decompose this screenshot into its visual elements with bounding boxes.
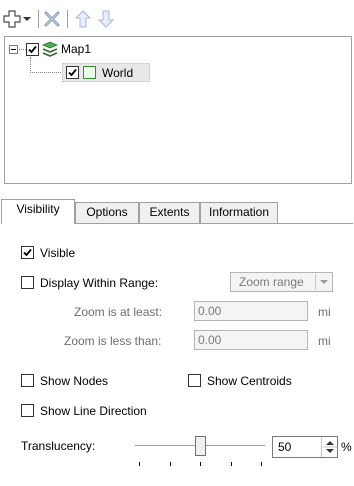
zoom-less-than-field[interactable]: 0.00 bbox=[194, 330, 308, 350]
slider-tick bbox=[139, 462, 140, 466]
property-tabs: Visibility Options Extents Information bbox=[0, 196, 354, 224]
range-type-value: Zoom range bbox=[239, 275, 304, 289]
toolbar-separator bbox=[67, 10, 68, 28]
checkmark-icon bbox=[68, 68, 77, 77]
show-line-direction-label: Show Line Direction bbox=[40, 404, 147, 418]
remove-icon bbox=[44, 11, 60, 27]
layer-label[interactable]: World bbox=[102, 65, 133, 81]
tab-information[interactable]: Information bbox=[200, 202, 278, 223]
spinner-buttons[interactable] bbox=[321, 437, 337, 457]
zoom-less-than-value: 0.00 bbox=[198, 333, 222, 347]
visible-label: Visible bbox=[40, 246, 76, 260]
dropdown-arrow-icon bbox=[23, 17, 31, 21]
show-nodes-checkbox[interactable] bbox=[21, 374, 34, 387]
zoom-less-than-label: Zoom is less than: bbox=[64, 334, 162, 348]
add-layer-dropdown-button[interactable] bbox=[21, 9, 33, 29]
tab-visibility[interactable]: Visibility bbox=[1, 199, 75, 224]
translucency-label: Translucency: bbox=[21, 439, 96, 453]
add-layer-icon bbox=[3, 10, 21, 28]
checkmark-icon bbox=[23, 248, 32, 257]
show-centroids-checkbox[interactable] bbox=[188, 374, 201, 387]
translucency-value: 50 bbox=[278, 440, 292, 454]
display-within-range-label: Display Within Range: bbox=[40, 276, 159, 290]
slider-tick bbox=[231, 462, 232, 466]
translucency-slider-thumb[interactable] bbox=[195, 436, 206, 456]
toolbar bbox=[0, 0, 354, 34]
tree-connector bbox=[30, 72, 63, 73]
range-type-dropdown[interactable]: Zoom range bbox=[230, 272, 333, 292]
zoom-at-least-field[interactable]: 0.00 bbox=[194, 301, 308, 321]
slider-tick bbox=[170, 462, 171, 466]
map-layers-icon bbox=[42, 41, 58, 57]
zoom-at-least-value: 0.00 bbox=[198, 304, 222, 318]
toolbar-separator bbox=[38, 10, 39, 28]
spin-up-down-icon bbox=[323, 441, 337, 453]
collapse-icon[interactable] bbox=[9, 45, 18, 54]
show-line-direction-checkbox[interactable] bbox=[21, 404, 34, 417]
map-label[interactable]: Map1 bbox=[61, 41, 91, 57]
visible-checkbox[interactable] bbox=[21, 246, 34, 259]
dropdown-arrow-icon bbox=[315, 274, 331, 290]
layer-visibility-checkbox[interactable] bbox=[66, 66, 79, 79]
layer-swatch bbox=[83, 66, 96, 79]
slider-tick bbox=[200, 462, 201, 466]
move-down-button[interactable] bbox=[96, 9, 116, 29]
translucency-unit: % bbox=[341, 440, 352, 454]
move-down-icon bbox=[97, 10, 115, 28]
move-up-icon bbox=[74, 10, 92, 28]
checkmark-icon bbox=[28, 45, 37, 54]
show-centroids-label: Show Centroids bbox=[207, 374, 292, 388]
display-within-range-checkbox[interactable] bbox=[21, 276, 34, 289]
zoom-less-than-unit: mi bbox=[318, 334, 331, 348]
translucency-spinner[interactable]: 50 bbox=[272, 436, 338, 458]
layer-tree[interactable]: Map1 World bbox=[4, 36, 352, 184]
tab-extents[interactable]: Extents bbox=[139, 202, 200, 223]
zoom-at-least-label: Zoom is at least: bbox=[74, 305, 163, 319]
zoom-at-least-unit: mi bbox=[318, 305, 331, 319]
add-layer-button[interactable] bbox=[2, 9, 22, 29]
tree-connector bbox=[19, 49, 26, 50]
tab-options[interactable]: Options bbox=[75, 202, 139, 223]
map-visibility-checkbox[interactable] bbox=[26, 43, 39, 56]
slider-tick bbox=[261, 462, 262, 466]
move-up-button[interactable] bbox=[73, 9, 93, 29]
tree-connector bbox=[30, 57, 31, 73]
show-nodes-label: Show Nodes bbox=[40, 374, 109, 388]
remove-layer-button[interactable] bbox=[42, 9, 62, 29]
